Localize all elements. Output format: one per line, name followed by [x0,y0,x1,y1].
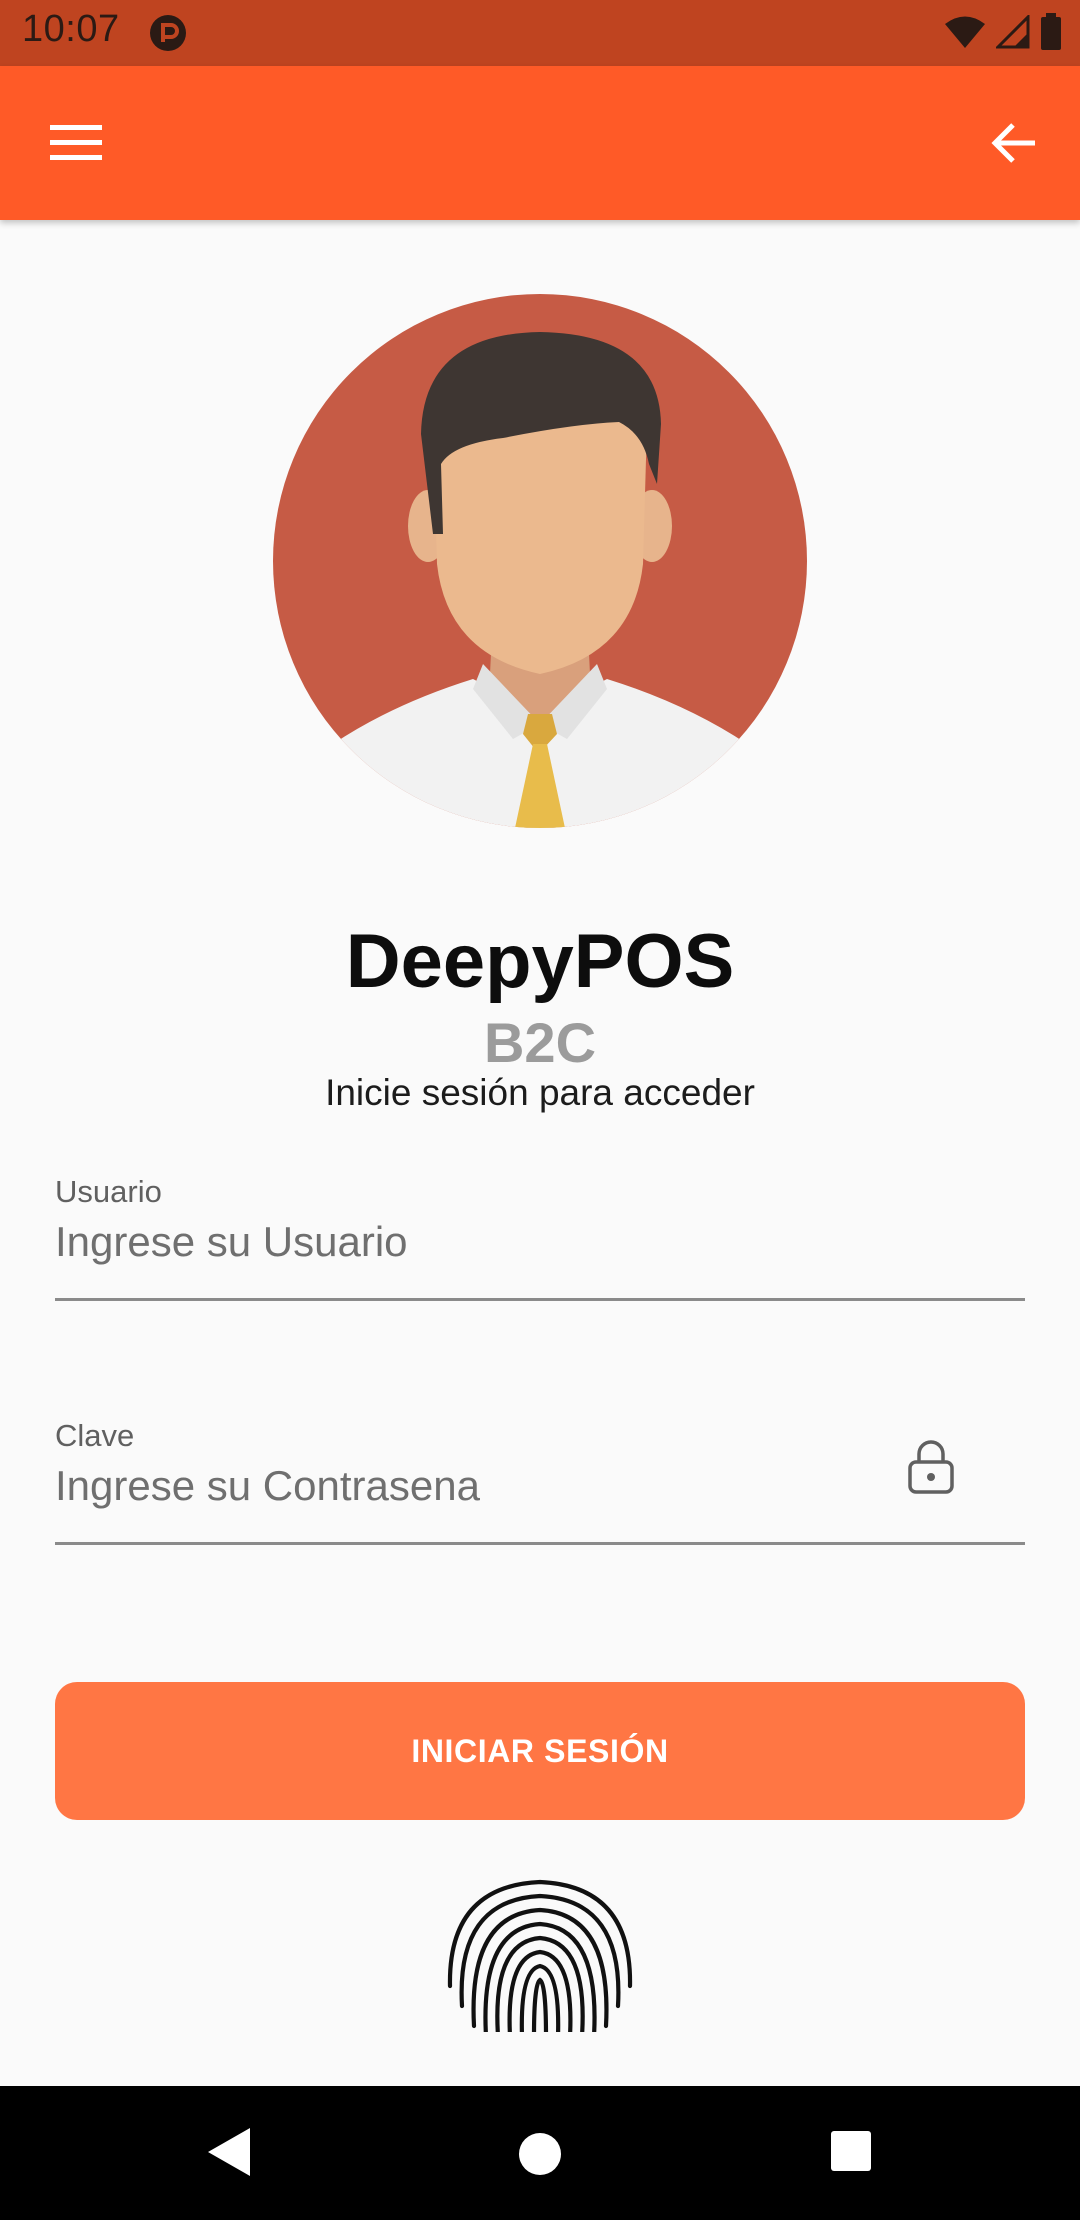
status-time: 10:07 [22,8,120,50]
username-underline [55,1298,1025,1301]
username-field: Usuario [55,1170,1025,1305]
app-notification-icon [150,15,186,51]
app-toolbar [0,66,1080,220]
wifi-icon [945,16,985,48]
nav-home-icon[interactable] [512,2126,568,2182]
login-button[interactable]: INICIAR SESIÓN [55,1682,1025,1820]
system-nav-bar [0,2086,1080,2220]
username-label: Usuario [55,1174,162,1209]
password-underline [55,1542,1025,1545]
nav-back-icon[interactable] [200,2122,260,2182]
hamburger-menu-icon [50,125,102,160]
status-icons [944,12,1062,52]
password-field: Clave [55,1414,1025,1549]
nav-recents-icon[interactable] [828,2128,874,2174]
app-subtitle: B2C [483,1011,597,1074]
password-input[interactable] [55,1460,885,1512]
password-label: Clave [55,1418,135,1453]
username-input[interactable] [55,1216,885,1268]
menu-button[interactable] [40,112,112,174]
login-caption: Inicie sesión para acceder [325,1072,755,1113]
fingerprint-icon[interactable] [440,1876,640,2036]
user-avatar-image [273,294,807,828]
arrow-back-icon [991,123,1035,163]
status-bar: 10:07 [0,0,1080,66]
battery-icon [1041,13,1061,50]
signal-icon [996,15,1030,49]
back-button[interactable] [978,112,1050,174]
lock-icon[interactable] [907,1438,955,1494]
app-title: DeepyPOS [345,919,735,1004]
